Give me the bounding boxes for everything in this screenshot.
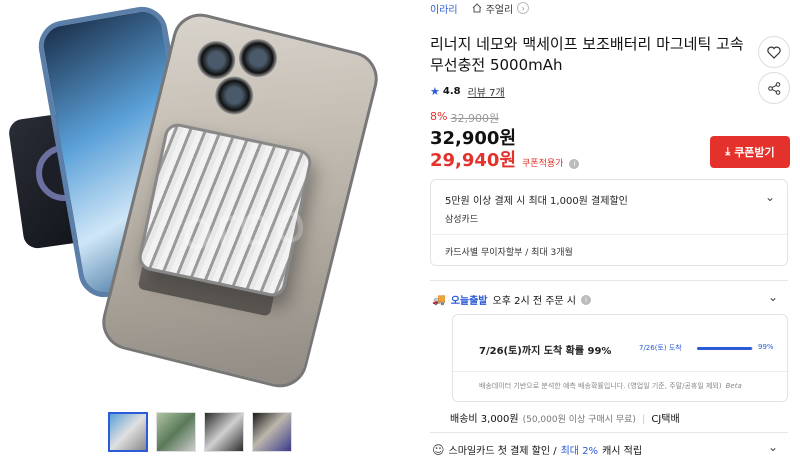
thumbnail-1[interactable] [108, 412, 148, 452]
arrival-bar-label: 7/26(토) 도착 [639, 344, 682, 352]
shipping-row[interactable]: 🚚 오늘출발 오후 2시 전 주문 시 i [432, 292, 591, 307]
truck-icon: 🚚 [432, 293, 446, 306]
probability-note: 배송데이터 기반으로 분석한 예측 배송확률입니다. (영업일 기준, 주말/공… [479, 381, 742, 391]
card-benefit-box[interactable]: 5만원 이상 결제 시 최대 1,000원 결제할인 삼성카드 ⌄ 카드사별 무… [430, 179, 788, 266]
thumbnail-4[interactable] [252, 412, 292, 452]
product-image[interactable]: oroo [0, 0, 400, 400]
rating-score: 4.8 [442, 86, 461, 97]
camera-lens-graphic [234, 35, 282, 82]
progress-track [697, 347, 753, 350]
share-button[interactable] [758, 72, 790, 104]
category-link[interactable]: 주얼리 [486, 1, 514, 16]
installment-info: 카드사별 무이자할부 / 최대 3개월 [445, 248, 573, 258]
rating-summary: ★ 4.8 리뷰 7개 [430, 84, 505, 99]
coupon-price-row: 29,940원 쿠폰적용가 i [430, 146, 580, 172]
free-shipping-condition: (50,000원 이상 구매시 무료) [522, 415, 636, 425]
home-icon [472, 3, 481, 13]
wishlist-button[interactable] [758, 36, 790, 68]
divider [430, 432, 788, 433]
promo-highlight: 최대 2% [560, 446, 599, 457]
share-icon [767, 81, 780, 95]
heart-icon [767, 46, 781, 59]
coupon-price-label: 쿠폰적용가 [522, 159, 564, 169]
product-info-panel: 이라리 주얼리 › 리너지 네모와 맥세이프 보조배터리 마그네틱 고속 무선충… [422, 0, 800, 474]
coupon-button-label: 쿠폰받기 [734, 146, 775, 159]
coupon-download-button[interactable]: ⤓ 쿠폰받기 [710, 136, 790, 168]
chevron-down-icon[interactable]: ⌄ [768, 440, 778, 454]
delivery-probability-box: 7/26(토)까지 도착 확률 99% 7/26(토) 도착 99% 배송데이터… [452, 314, 788, 402]
shipping-cutoff: 오후 2시 전 주문 시 [492, 296, 576, 307]
card-name: 삼성카드 [445, 215, 479, 225]
product-title: 리너지 네모와 맥세이프 보조배터리 마그네틱 고속 무선충전 5000mAh [430, 35, 744, 74]
camera-lens-graphic [211, 72, 258, 119]
chevron-down-icon[interactable]: ⌄ [768, 290, 778, 304]
today-ship-badge: 오늘출발 [450, 296, 488, 307]
progress-fill [697, 347, 753, 350]
arrival-bar-percent: 99% [758, 343, 774, 351]
chevron-down-icon[interactable]: ⌄ [765, 190, 775, 204]
smilecard-promo-row[interactable]: ☺ 스마일카드 첫 결제 할인 / 최대 2% 캐시 적립 [432, 442, 643, 458]
breadcrumb: 이라리 주얼리 › [430, 0, 530, 16]
card-benefit-title: 5만원 이상 결제 시 최대 1,000원 결제할인 [445, 196, 628, 207]
separator: | [641, 414, 646, 425]
arrival-probability-text: 7/26(토)까지 도착 확률 99% [479, 346, 612, 357]
thumbnail-2[interactable] [156, 412, 196, 452]
info-icon[interactable]: i [569, 159, 580, 169]
divider [453, 371, 787, 372]
shipping-fee: 배송비 3,000원 [450, 414, 519, 425]
info-icon[interactable]: i [581, 294, 591, 305]
probability-note-text: 배송데이터 기반으로 분석한 예측 배송확률입니다. (영업일 기준, 주말/공… [479, 382, 722, 390]
promo-prefix: 스마일카드 첫 결제 할인 / [448, 446, 557, 457]
coupon-price: 29,940원 [430, 150, 517, 171]
brand-link[interactable]: 이라리 [430, 1, 458, 16]
download-icon: ⤓ [725, 145, 731, 158]
image-watermark: oroo [177, 190, 311, 263]
divider [430, 280, 788, 281]
review-count-link[interactable]: 리뷰 7개 [468, 84, 505, 99]
promo-suffix: 캐시 적립 [602, 446, 643, 457]
shipping-fee-row: 배송비 3,000원 (50,000원 이상 구매시 무료) | CJ택배 [450, 410, 680, 425]
smile-icon: ☺ [432, 442, 445, 457]
thumbnail-3[interactable] [204, 412, 244, 452]
carrier-name: CJ택배 [651, 414, 680, 425]
star-icon: ★ [430, 85, 440, 98]
divider [431, 234, 787, 235]
beta-label: Beta [725, 382, 742, 390]
thumbnail-strip [108, 412, 292, 452]
chevron-right-icon[interactable]: › [517, 2, 530, 14]
